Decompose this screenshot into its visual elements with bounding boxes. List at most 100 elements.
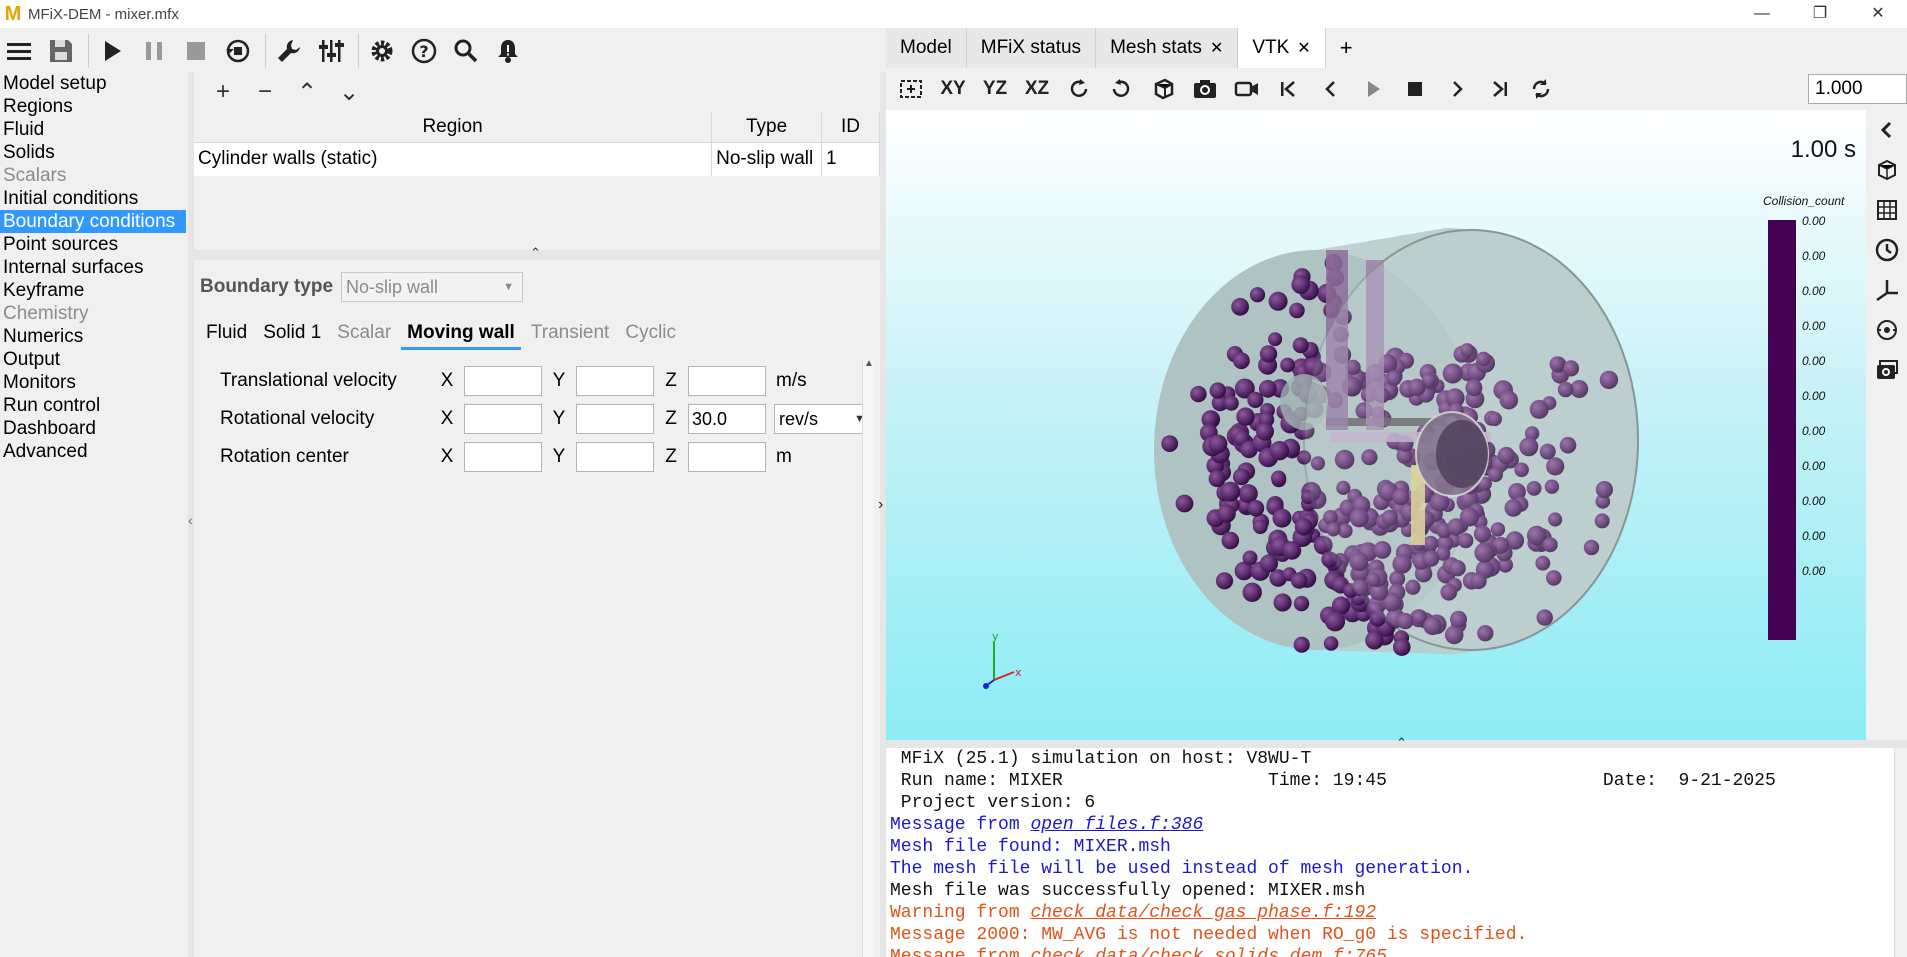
- close-icon[interactable]: ✕: [1297, 40, 1310, 57]
- stop-button[interactable]: [177, 32, 215, 70]
- tab-mfix-status[interactable]: MFiX status: [966, 28, 1097, 68]
- stop-animation-button[interactable]: [1396, 72, 1434, 106]
- reset-view-button[interactable]: [892, 72, 930, 106]
- console-scrollbar[interactable]: [1894, 748, 1907, 957]
- add-region-button[interactable]: +: [202, 78, 244, 106]
- nav-item-monitors[interactable]: Monitors: [0, 371, 188, 394]
- tab-cyclic[interactable]: Cyclic: [619, 318, 682, 350]
- nav-item-initial-conditions[interactable]: Initial conditions: [0, 187, 188, 210]
- rotate-left-button[interactable]: [1060, 72, 1098, 106]
- nav-item-advanced[interactable]: Advanced: [0, 440, 188, 463]
- z-input[interactable]: 30.0: [688, 404, 766, 434]
- menu-button[interactable]: [0, 32, 38, 70]
- nav-item-fluid[interactable]: Fluid: [0, 118, 188, 141]
- z-input[interactable]: [688, 442, 766, 472]
- boundary-type-select[interactable]: No-slip wall ▼: [341, 272, 524, 302]
- first-frame-button[interactable]: [1270, 72, 1308, 106]
- axes-button[interactable]: [1866, 270, 1907, 310]
- minimize-button[interactable]: —: [1733, 0, 1791, 28]
- console-source-link[interactable]: check_data/check_gas_phase.f:192: [1030, 903, 1376, 923]
- z-input[interactable]: [688, 366, 766, 396]
- view-xz-button[interactable]: XZ: [1018, 72, 1056, 106]
- maximize-button[interactable]: ❐: [1791, 0, 1849, 28]
- y-input[interactable]: [576, 404, 654, 434]
- tab-scalar[interactable]: Scalar: [331, 318, 397, 350]
- console-source-link[interactable]: check_data/check_solids_dem.f:765: [1030, 947, 1386, 957]
- close-icon[interactable]: ✕: [1210, 40, 1223, 57]
- solver-settings-button[interactable]: [312, 32, 350, 70]
- close-window-button[interactable]: ✕: [1849, 0, 1907, 28]
- save-button[interactable]: [42, 32, 80, 70]
- time-input[interactable]: 1.000: [1808, 74, 1907, 104]
- perspective-button[interactable]: [1144, 72, 1182, 106]
- tab-fluid[interactable]: Fluid: [200, 318, 253, 350]
- x-input[interactable]: [464, 404, 542, 434]
- view-yz-button[interactable]: YZ: [976, 72, 1014, 106]
- mesh-button[interactable]: [1866, 190, 1907, 230]
- record-button[interactable]: [1228, 72, 1266, 106]
- last-frame-button[interactable]: [1480, 72, 1518, 106]
- settings-button[interactable]: [363, 32, 401, 70]
- tab-transient[interactable]: Transient: [525, 318, 616, 350]
- nav-item-chemistry[interactable]: Chemistry: [0, 302, 188, 325]
- build-button[interactable]: [270, 32, 308, 70]
- help-button[interactable]: ?: [405, 32, 443, 70]
- geometry-button[interactable]: [1866, 150, 1907, 190]
- tab-model[interactable]: Model: [886, 28, 967, 68]
- console-splitter[interactable]: ⌃: [886, 735, 1907, 750]
- nav-item-output[interactable]: Output: [0, 348, 188, 371]
- table-row[interactable]: Cylinder walls (static) No-slip wall 1: [194, 142, 880, 176]
- nav-item-dashboard[interactable]: Dashboard: [0, 417, 188, 440]
- form-scrollbar[interactable]: ▲: [862, 358, 874, 957]
- unit-value: rev/s: [779, 409, 819, 429]
- particle: [1231, 297, 1249, 316]
- prev-frame-button[interactable]: [1312, 72, 1350, 106]
- reset-button[interactable]: [219, 32, 257, 70]
- repeat-button[interactable]: [1522, 72, 1560, 106]
- vtk-viewport[interactable]: y x 1.00 s Collision_count 0.00 0.00 0.00 0…: [886, 110, 1866, 740]
- y-input[interactable]: [576, 442, 654, 472]
- x-input[interactable]: [464, 442, 542, 472]
- x-input[interactable]: [464, 366, 542, 396]
- nav-item-numerics[interactable]: Numerics: [0, 325, 188, 348]
- run-button[interactable]: [93, 32, 131, 70]
- nav-item-internal-surfaces[interactable]: Internal surfaces: [0, 256, 188, 279]
- play-button[interactable]: [1354, 72, 1392, 106]
- remove-region-button[interactable]: −: [244, 78, 286, 106]
- console-output[interactable]: MFiX (25.1) simulation on host: V8WU-T R…: [886, 748, 1894, 957]
- nav-item-scalars[interactable]: Scalars: [0, 164, 188, 187]
- particle: [1268, 332, 1283, 347]
- tab-moving-wall[interactable]: Moving wall: [401, 318, 521, 350]
- table-splitter[interactable]: ⌃: [194, 245, 880, 260]
- tab-solid-1[interactable]: Solid 1: [257, 318, 327, 350]
- column-type[interactable]: Type: [711, 112, 823, 143]
- notifications-button[interactable]: [489, 32, 527, 70]
- console-source-link[interactable]: open_files.f:386: [1030, 815, 1203, 835]
- column-region[interactable]: Region: [194, 112, 713, 143]
- add-tab-button[interactable]: +: [1325, 28, 1367, 68]
- collapse-panel-button[interactable]: [1866, 110, 1907, 150]
- time-button[interactable]: [1866, 230, 1907, 270]
- nav-item-solids[interactable]: Solids: [0, 141, 188, 164]
- nav-item-model-setup[interactable]: Model setup: [0, 72, 188, 95]
- move-down-button[interactable]: ⌄: [328, 78, 370, 107]
- next-frame-button[interactable]: [1438, 72, 1476, 106]
- view-xy-button[interactable]: XY: [934, 72, 972, 106]
- tab-vtk[interactable]: VTK ✕: [1238, 28, 1326, 68]
- tab-mesh-stats[interactable]: Mesh stats ✕: [1096, 28, 1239, 68]
- y-input[interactable]: [576, 366, 654, 396]
- nav-item-run-control[interactable]: Run control: [0, 394, 188, 417]
- screenshot-button[interactable]: [1186, 72, 1224, 106]
- column-id[interactable]: ID: [821, 112, 880, 143]
- snapshots-button[interactable]: [1866, 350, 1907, 390]
- search-button[interactable]: [447, 32, 485, 70]
- unit-select[interactable]: rev/s ▼: [774, 404, 874, 434]
- move-up-button[interactable]: ⌃: [286, 78, 328, 107]
- particles-button[interactable]: [1866, 310, 1907, 350]
- pause-button[interactable]: [135, 32, 173, 70]
- nav-item-boundary-conditions[interactable]: Boundary conditions: [0, 210, 186, 233]
- nav-item-keyframe[interactable]: Keyframe: [0, 279, 188, 302]
- rotate-right-button[interactable]: [1102, 72, 1140, 106]
- nav-item-regions[interactable]: Regions: [0, 95, 188, 118]
- nav-item-point-sources[interactable]: Point sources: [0, 233, 188, 256]
